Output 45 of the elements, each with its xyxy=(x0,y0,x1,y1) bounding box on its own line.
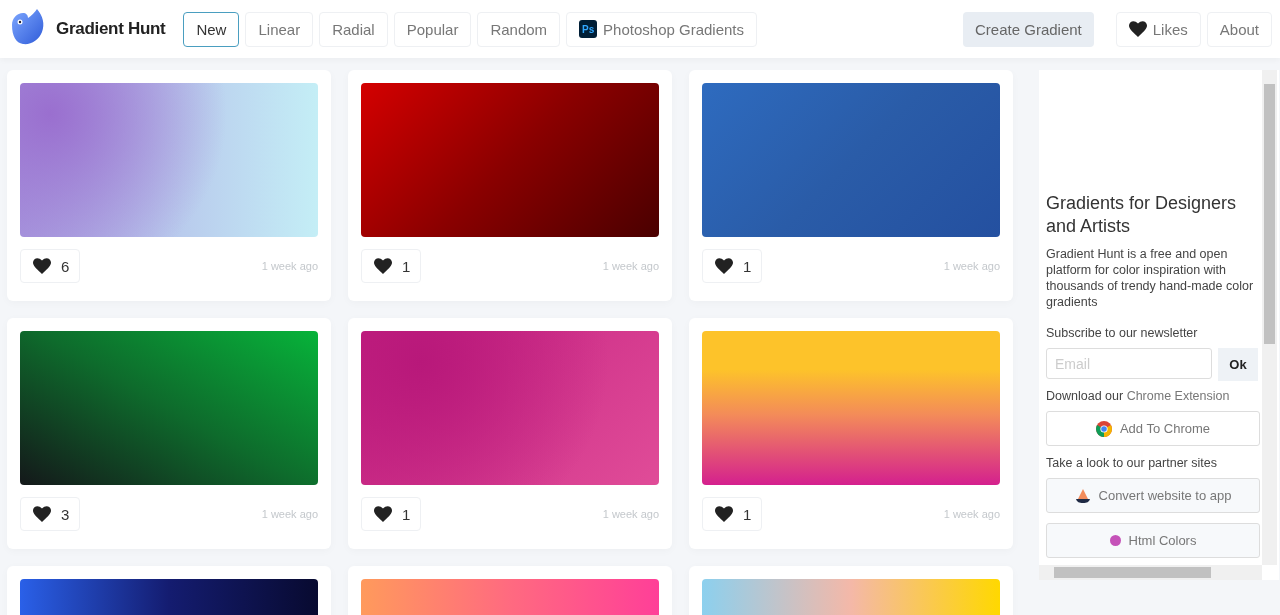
brand-name[interactable]: Gradient Hunt xyxy=(56,19,166,39)
nav-tab[interactable]: New xyxy=(183,11,240,47)
heart-icon xyxy=(715,506,733,522)
ok-button[interactable]: Ok xyxy=(1218,348,1258,381)
dot-icon xyxy=(1109,535,1121,546)
like-button[interactable]: 3 xyxy=(20,497,81,531)
nav-tab[interactable]: Linear xyxy=(245,11,314,47)
nav-tab[interactable]: Radial xyxy=(319,11,388,47)
partner-button[interactable]: Convert website to app xyxy=(1046,478,1260,513)
boat-icon xyxy=(1074,487,1091,504)
heart-icon xyxy=(33,506,51,522)
gradient-swatch[interactable] xyxy=(20,331,318,485)
newsletter-label: Subscribe to our newsletter xyxy=(1046,326,1199,340)
about-button[interactable]: About xyxy=(1206,11,1272,47)
partners-label: Take a look to our partner sites xyxy=(1046,456,1218,470)
like-button[interactable]: 6 xyxy=(20,249,81,283)
heart-icon xyxy=(715,258,733,274)
add-to-chrome-button[interactable]: Add To Chrome xyxy=(1046,411,1260,446)
heart-icon xyxy=(33,258,51,274)
heart-icon xyxy=(374,506,392,522)
horizontal-scrollbar[interactable] xyxy=(1039,565,1262,580)
heart-icon xyxy=(374,258,392,274)
sidebar-description: Gradient Hunt is a free and open platform for color inspiration with thousands of trendy hand-made color gradients xyxy=(1046,246,1255,310)
download-text: Download our Chrome Extension xyxy=(1046,389,1231,403)
nav-tab[interactable]: Ps Photoshop Gradients xyxy=(566,11,758,47)
gradient-swatch[interactable] xyxy=(20,83,318,237)
extension-link[interactable]: Chrome Extension xyxy=(1126,389,1230,403)
like-button[interactable]: 1 xyxy=(361,497,422,531)
nav-tab[interactable]: Popular xyxy=(393,11,472,47)
gradient-swatch[interactable] xyxy=(702,331,1000,485)
vertical-scrollbar[interactable] xyxy=(1262,70,1277,565)
like-button[interactable]: 1 xyxy=(702,249,763,283)
gradient-swatch[interactable] xyxy=(702,83,1000,237)
gradient-swatch[interactable] xyxy=(361,331,659,485)
gradient-swatch[interactable] xyxy=(361,83,659,237)
like-button[interactable]: 1 xyxy=(361,249,422,283)
heart-icon xyxy=(1128,21,1147,37)
create-gradient-button[interactable]: Create Gradient xyxy=(963,11,1094,47)
partner-button[interactable]: Html Colors xyxy=(1046,523,1260,558)
like-button[interactable]: 1 xyxy=(702,497,763,531)
photoshop-icon: Ps xyxy=(579,20,598,38)
nav-tab[interactable]: Random xyxy=(477,11,561,47)
likes-button[interactable]: Likes xyxy=(1115,11,1201,47)
sidebar-title: Gradients for Designers and Artists xyxy=(1046,192,1238,238)
chrome-icon xyxy=(1095,420,1112,437)
